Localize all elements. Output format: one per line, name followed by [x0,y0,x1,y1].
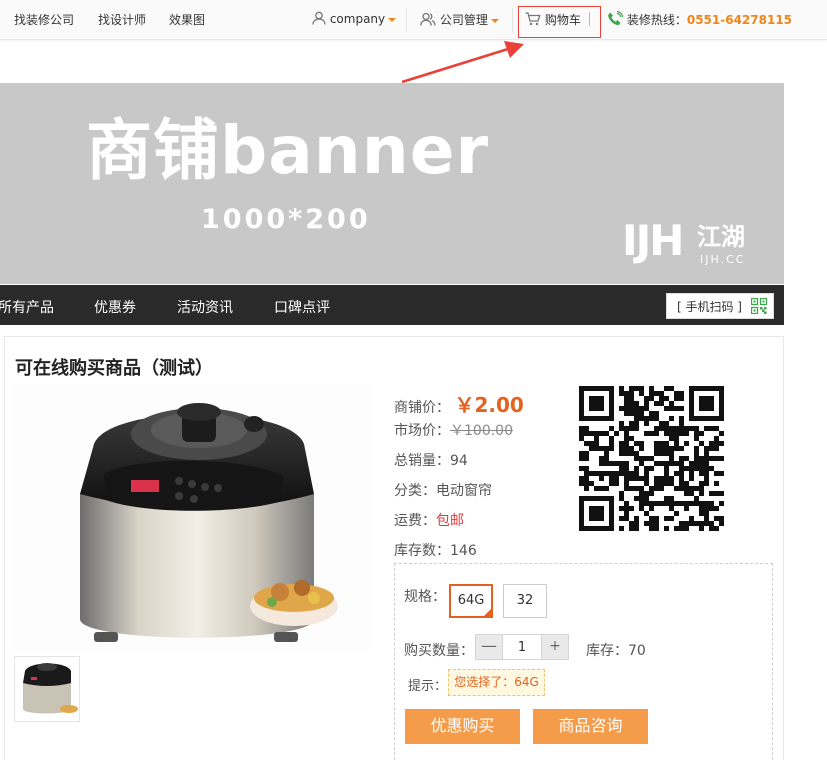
category-row: 分类：电动窗帘 [394,480,492,500]
nav-coupons[interactable]: 优惠券 [94,297,136,317]
qty-increase-button[interactable]: + [541,634,569,660]
spec-label: 规格： [404,589,446,605]
market-price-row: 市场价：￥100.00 [394,420,513,440]
stock-value: 146 [450,543,477,559]
stock-label: 库存数： [394,543,450,559]
product-main-image [14,384,369,652]
mobile-scan-label: [ 手机扫码 ] [677,300,742,314]
buy-button[interactable]: 优惠购买 [405,709,520,744]
phone-icon [608,10,624,26]
inventory-label: 库存： [586,643,628,659]
user-menu[interactable]: company [312,11,397,26]
sales-value: 94 [450,453,468,469]
mobile-scan-button[interactable]: [ 手机扫码 ] [666,293,774,319]
banner-size-text: 1000*200 [201,204,371,235]
user-name: company [329,12,386,26]
chevron-down-icon [388,17,397,22]
shipping-label: 运费： [394,513,436,529]
ijh-logo-cn: 江湖 [697,223,745,251]
top-bar: 找装修公司 找设计师 效果图 company 公司管理 购物车 装修热线：055… [0,0,827,40]
qty-decrease-button[interactable]: — [475,634,503,660]
qty-label: 购买数量： [404,643,474,659]
company-manage-menu[interactable]: 公司管理 [420,11,499,28]
divider [512,8,513,32]
qr-code-icon [751,298,767,314]
ijh-logo-domain: IJH.CC [700,253,746,266]
shop-price-row: 商铺价： ￥2.00 [394,389,524,418]
shipping-row: 运费：包邮 [394,510,464,530]
tip-label: 提示： [408,679,448,694]
product-thumbnail[interactable] [14,656,80,722]
find-company-link[interactable]: 找装修公司 [14,11,74,28]
find-designer-link[interactable]: 找设计师 [98,11,146,28]
hotline-label: 装修热线： [626,13,687,27]
company-manage-label: 公司管理 [439,13,488,27]
sales-label: 总销量： [394,453,450,469]
spec-option-32[interactable]: 32 [503,584,547,618]
ijh-logo: IJH [622,216,684,265]
product-title: 可在线购买商品（测试） [15,358,213,379]
annotation-arrow-icon [401,41,524,84]
shop-price-label: 商铺价： [394,400,450,416]
market-price: ￥100.00 [450,423,513,439]
renderings-link[interactable]: 效果图 [169,11,205,28]
chevron-down-icon [490,18,499,23]
market-price-label: 市场价： [394,423,450,439]
shop-price: ￥2.00 [454,393,524,417]
user-icon [312,11,326,25]
category-value: 电动窗帘 [436,483,492,499]
selection-tip: 您选择了：64G [448,669,545,696]
nav-activities[interactable]: 活动资讯 [177,297,233,317]
spec-option-64g[interactable]: 64G [449,584,493,618]
sales-row: 总销量：94 [394,450,468,470]
hotline: 装修热线：0551-64278115 [607,10,793,28]
inventory-value: 70 [628,643,646,659]
qr-code-icon [573,381,733,539]
hotline-number: 0551-64278115 [686,13,793,27]
qty-input[interactable] [503,634,541,660]
qr-code-image [573,381,733,539]
inventory-row: 库存：70 [586,640,646,660]
nav-all-products[interactable]: 所有产品 [0,297,54,317]
stock-row: 库存数：146 [394,540,477,560]
banner-title: 商铺banner [86,112,490,189]
divider [406,8,407,32]
nav-reviews[interactable]: 口碑点评 [274,297,330,317]
category-label: 分类： [394,483,436,499]
cart-highlight-box [518,6,601,38]
users-icon [420,12,436,26]
shipping-value: 包邮 [436,513,464,529]
consult-button[interactable]: 商品咨询 [533,709,648,744]
